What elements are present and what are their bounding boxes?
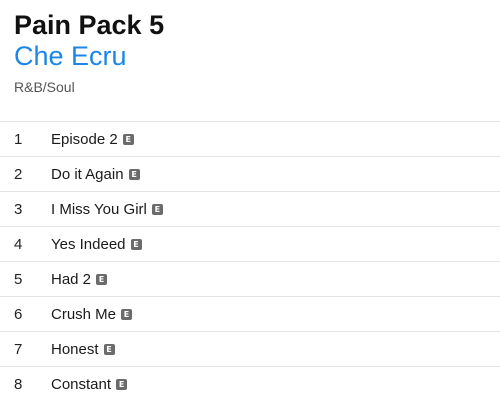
album-title: Pain Pack 5: [14, 10, 165, 40]
track-number: 1: [14, 130, 23, 148]
track-title-group: I Miss You Girl E: [51, 201, 163, 218]
track-row[interactable]: 4 Yes Indeed E: [0, 226, 500, 261]
track-number: 7: [14, 340, 23, 358]
explicit-icon: E: [128, 168, 140, 180]
track-number: 2: [14, 165, 23, 183]
track-row[interactable]: 2 Do it Again E: [0, 156, 500, 191]
track-title-group: Constant E: [51, 375, 128, 393]
track-title-group: Crush Me E: [51, 305, 133, 323]
track-title: Crush Me: [51, 305, 117, 323]
track-number: 8: [14, 375, 23, 393]
track-row[interactable]: 6 Crush Me E: [0, 296, 500, 331]
track-title: Had 2: [51, 270, 92, 288]
track-title: Constant: [51, 375, 112, 393]
track-title: Honest: [51, 340, 99, 358]
artist-link[interactable]: Che Ecru: [14, 40, 127, 72]
track-title-group: Honest E: [51, 341, 115, 358]
track-title: Do it Again: [51, 165, 124, 183]
track-number: 5: [14, 270, 23, 288]
track-number: 4: [14, 235, 23, 253]
track-title: I Miss You Girl: [51, 200, 147, 218]
explicit-icon: E: [121, 308, 133, 320]
track-row[interactable]: 8 Constant E: [0, 366, 500, 401]
album-genre: R&B/Soul: [14, 79, 75, 95]
track-title: Yes Indeed: [51, 235, 126, 253]
explicit-icon: E: [116, 378, 128, 390]
track-title-group: Do it Again E: [51, 166, 140, 183]
track-list: 1 Episode 2 E 2 Do it Again E 3 I Miss Y…: [0, 121, 500, 401]
explicit-icon: E: [130, 238, 142, 250]
explicit-icon: E: [122, 133, 134, 145]
track-row[interactable]: 5 Had 2 E: [0, 261, 500, 296]
track-number: 6: [14, 305, 23, 323]
track-row[interactable]: 1 Episode 2 E: [0, 121, 500, 156]
track-title: Episode 2: [51, 130, 118, 148]
explicit-icon: E: [96, 273, 108, 285]
track-row[interactable]: 3 I Miss You Girl E: [0, 191, 500, 226]
explicit-icon: E: [151, 203, 163, 215]
explicit-icon: E: [103, 343, 115, 355]
track-title-group: Yes Indeed E: [51, 236, 142, 253]
track-number: 3: [14, 200, 23, 218]
track-row[interactable]: 7 Honest E: [0, 331, 500, 366]
track-title-group: Episode 2 E: [51, 131, 134, 148]
track-title-group: Had 2 E: [51, 270, 108, 288]
